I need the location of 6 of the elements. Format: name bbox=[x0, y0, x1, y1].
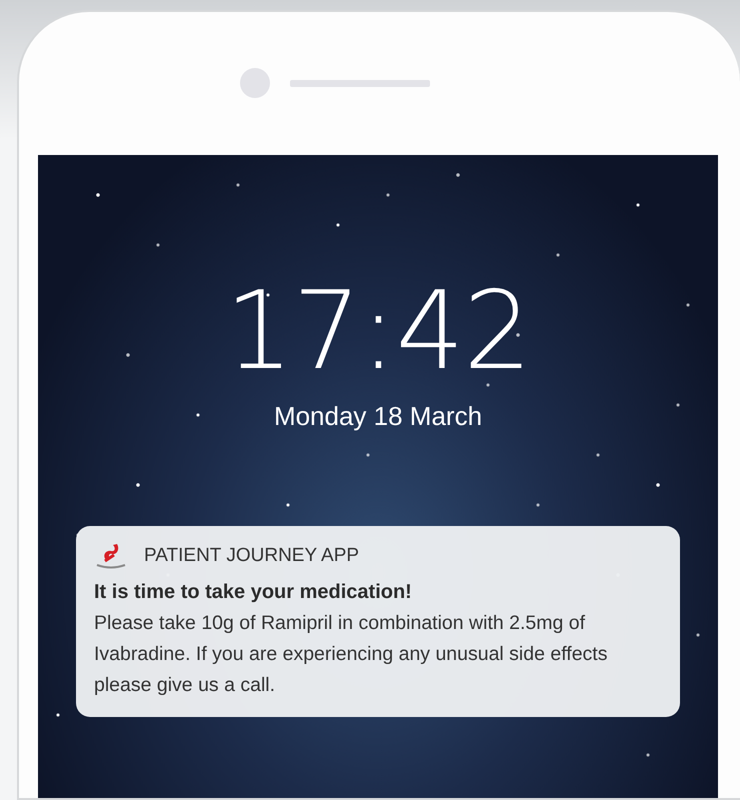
app-name: PATIENT JOURNEY APP bbox=[144, 544, 360, 568]
notification-body: Please take 10g of Ramipril in combination with 2.5mg of Ivabradine. If you are experiencing any unusual side effects please give us a call. bbox=[94, 610, 608, 698]
notification-title: It is time to take your medication! bbox=[94, 580, 413, 605]
notification-card[interactable]: PATIENT JOURNEY APP It is time to take your medication! Please take 10g of Ramipril in combination with 2.5mg of Ivabradine. If you are experiencing any unusual side effects please give us a call. bbox=[76, 526, 680, 717]
date-label: Monday 18 March bbox=[274, 400, 482, 432]
clock-time: 17:42 bbox=[224, 276, 532, 387]
